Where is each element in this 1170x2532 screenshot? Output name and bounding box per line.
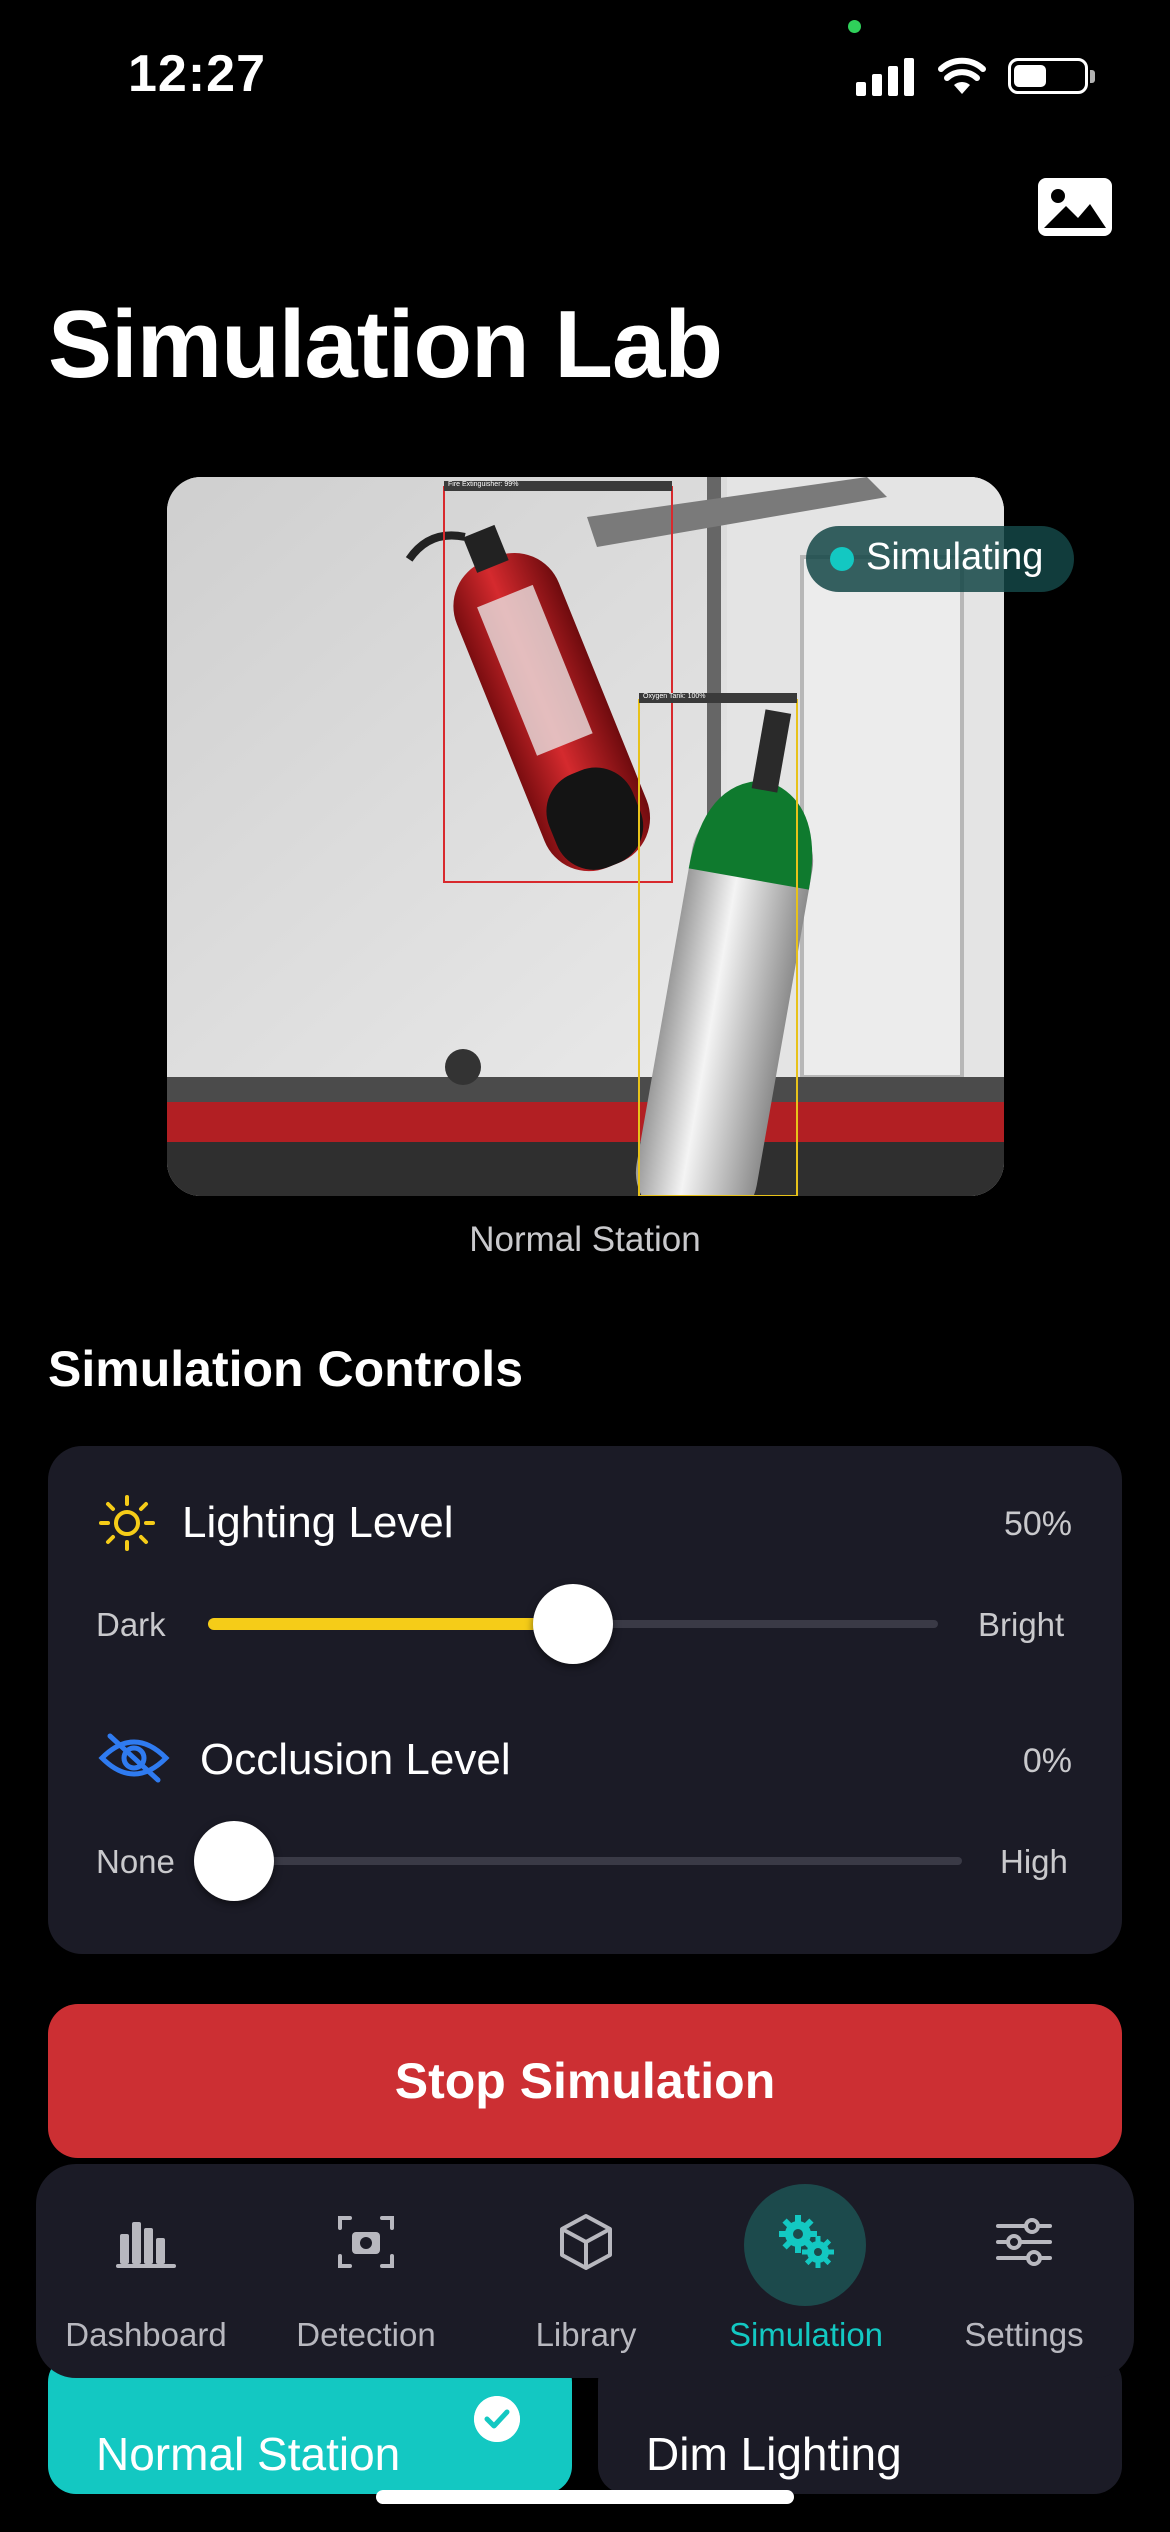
gears-icon — [779, 2215, 834, 2268]
occlusion-max-label: High — [1000, 1843, 1068, 1880]
status-time: 12:27 — [128, 45, 266, 103]
lighting-level-label: Lighting Level — [182, 1498, 454, 1547]
lighting-slider-fill — [208, 1618, 573, 1630]
tab-label: Detection — [296, 2316, 436, 2353]
preview-caption: Normal Station — [469, 1220, 701, 1259]
tab-library[interactable]: Library — [476, 2164, 696, 2378]
occlusion-level-value: 0% — [1022, 1742, 1072, 1780]
lighting-level-value: 50% — [1003, 1505, 1072, 1543]
stop-simulation-button[interactable]: Stop Simulation — [48, 2004, 1122, 2158]
occlusion-level-label: Occlusion Level — [200, 1735, 511, 1784]
tab-simulation[interactable]: Simulation — [696, 2164, 916, 2378]
tab-label: Dashboard — [65, 2316, 227, 2353]
tab-label: Simulation — [728, 2316, 884, 2353]
cellular-signal-icon — [856, 56, 916, 96]
home-indicator — [376, 2490, 794, 2504]
eye-slash-icon — [98, 1733, 170, 1783]
tab-label: Library — [535, 2316, 637, 2353]
tab-settings[interactable]: Settings — [914, 2164, 1134, 2378]
page-title: Simulation Lab — [48, 291, 723, 398]
battery-level — [1014, 65, 1046, 87]
tab-detection[interactable]: Detection — [256, 2164, 476, 2378]
tab-dashboard[interactable]: Dashboard — [36, 2164, 256, 2378]
sun-icon — [99, 1495, 155, 1551]
occlusion-slider-track[interactable] — [216, 1857, 962, 1865]
detection-label-fire-extinguisher: Fire Extinguisher: 99% — [448, 481, 519, 488]
checkmark-icon — [474, 2396, 520, 2442]
scenario-label: Normal Station — [96, 2428, 401, 2480]
lighting-min-label: Dark — [96, 1606, 166, 1643]
detection-label-oxygen-tank: Oxygen Tank: 100% — [643, 693, 706, 700]
simulating-status-dot — [830, 547, 854, 571]
photo-gallery-icon[interactable] — [1036, 176, 1114, 238]
wifi-icon — [938, 57, 986, 94]
sliders-icon — [996, 2218, 1052, 2266]
battery-tip — [1090, 70, 1095, 83]
simulating-status-text: Simulating — [866, 536, 1044, 578]
bar-chart-icon — [116, 2222, 176, 2268]
section-title-controls: Simulation Controls — [48, 1341, 523, 1397]
camera-in-use-indicator — [848, 20, 861, 33]
camera-scan-icon — [338, 2216, 394, 2268]
lighting-slider-thumb[interactable] — [533, 1584, 613, 1664]
lighting-max-label: Bright — [978, 1606, 1065, 1643]
scenario-label: Dim Lighting — [646, 2428, 902, 2480]
occlusion-min-label: None — [96, 1843, 175, 1880]
cube-icon — [560, 2214, 612, 2270]
tab-label: Settings — [964, 2316, 1084, 2353]
occlusion-slider-thumb[interactable] — [194, 1821, 274, 1901]
